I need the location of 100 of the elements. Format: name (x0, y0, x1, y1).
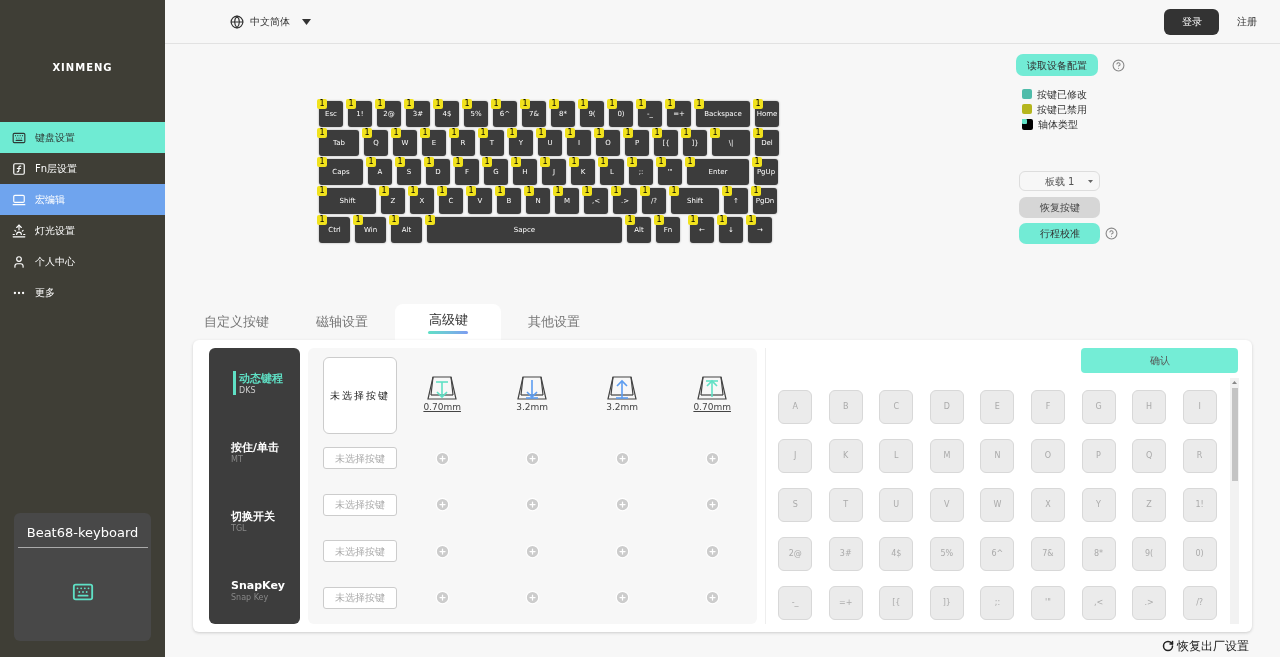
restore-keys-button[interactable]: 恢复按键 (1019, 197, 1100, 218)
language-selector[interactable]: 中文简体 (230, 14, 311, 29)
help-icon[interactable] (1112, 58, 1125, 72)
scroll-up-icon[interactable] (1232, 381, 1238, 384)
confirm-button[interactable]: 确认 (1081, 348, 1238, 373)
key-badge: 1 (404, 99, 414, 109)
key-badge: 1 (420, 128, 430, 138)
sidebar-item[interactable]: 个人中心 (0, 246, 165, 277)
add-icon[interactable] (524, 590, 540, 606)
key-badge: 1 (462, 99, 472, 109)
key-badge: 1 (362, 128, 372, 138)
key-badge: 1 (753, 128, 763, 138)
keycap-up-arrow-icon (696, 375, 729, 402)
add-icon[interactable] (434, 497, 450, 513)
add-icon[interactable] (614, 497, 630, 513)
add-icon[interactable] (434, 450, 450, 466)
tab[interactable]: 自定义按键 (183, 304, 289, 340)
travel-value[interactable]: 0.70mm (423, 401, 461, 415)
add-icon[interactable] (704, 590, 720, 606)
tab[interactable]: 磁轴设置 (289, 304, 395, 340)
add-icon[interactable] (704, 497, 720, 513)
mode-item[interactable]: 切换开关 TGL (209, 486, 301, 555)
legend-label: 轴体类型 (1038, 117, 1078, 132)
read-config-button[interactable]: 读取设备配置 (1016, 54, 1098, 76)
key-badge: 1 (437, 186, 447, 196)
add-icon[interactable] (704, 543, 720, 559)
sidebar-item[interactable]: 灯光设置 (0, 215, 165, 246)
sidebar-item[interactable]: 更多 (0, 277, 165, 308)
switch-type-icon (1022, 118, 1033, 130)
key-badge: 1 (449, 128, 459, 138)
key-badge: 1 (317, 215, 327, 225)
key-badge: 1 (717, 215, 727, 225)
key-badge: 1 (317, 128, 327, 138)
calibrate-button[interactable]: 行程校准 (1019, 223, 1100, 244)
key-badge: 1 (520, 99, 530, 109)
mode-item[interactable]: SnapKey Snap Key (209, 555, 301, 624)
travel-value[interactable]: 0.70mm (693, 401, 731, 415)
key-slot[interactable]: 未选择按键 (323, 356, 398, 434)
key-badge: 1 (408, 186, 418, 196)
key-badge: 1 (433, 99, 443, 109)
key-badge: 1 (453, 157, 463, 167)
add-icon[interactable] (524, 450, 540, 466)
sidebar-item[interactable]: 键盘设置 (0, 122, 165, 153)
key-badge: 1 (611, 186, 621, 196)
key-badge: 1 (753, 99, 763, 109)
keyboard-icon (12, 130, 26, 145)
logo: XINMENG (51, 61, 114, 75)
sunrise-icon (12, 223, 26, 238)
key-badge: 1 (553, 186, 563, 196)
travel-value: 3.2mm (606, 401, 639, 415)
tab[interactable]: 高级键 (395, 304, 501, 340)
key-badge: 1 (389, 215, 399, 225)
factory-reset-link[interactable]: 恢复出厂设置 (1162, 637, 1249, 655)
add-icon[interactable] (614, 450, 630, 466)
key-badge: 1 (536, 128, 546, 138)
key-badge: 1 (623, 128, 633, 138)
tab[interactable]: 其他设置 (501, 304, 607, 340)
key-badge: 1 (636, 99, 646, 109)
key-badge: 1 (681, 128, 691, 138)
register-link[interactable]: 注册 (1237, 14, 1257, 29)
key-badge: 1 (752, 157, 762, 167)
keycap-down-arrow-icon (516, 375, 549, 402)
sidebar-item[interactable]: Fn层设置 (0, 153, 165, 184)
scrollbar[interactable] (1230, 378, 1240, 624)
login-button[interactable]: 登录 (1164, 8, 1219, 35)
key-badge: 1 (627, 157, 637, 167)
device-name: Beat68-keyboard (17, 523, 148, 548)
add-icon[interactable] (434, 590, 450, 606)
travel-value: 3.2mm (516, 401, 549, 415)
keycap-up-arrow-icon (606, 375, 639, 402)
caret-icon (1088, 179, 1093, 183)
add-icon[interactable] (524, 497, 540, 513)
key-badge: 1 (466, 186, 476, 196)
key-badge: 1 (495, 186, 505, 196)
key-badge: 1 (656, 157, 666, 167)
key-badge: 1 (582, 186, 592, 196)
keyboard-icon (71, 581, 94, 603)
globe-icon (230, 14, 244, 29)
key-badge: 1 (379, 186, 389, 196)
key-badge: 1 (669, 186, 679, 196)
help-icon[interactable] (1105, 227, 1118, 240)
key-badge: 1 (317, 99, 327, 109)
profile-select[interactable]: 板载 1 (1019, 171, 1100, 191)
mode-item[interactable]: 按住/单击 MT (209, 417, 301, 486)
add-icon[interactable] (614, 543, 630, 559)
scrollbar-thumb[interactable] (1231, 388, 1238, 481)
key-badge: 1 (665, 99, 675, 109)
mode-item[interactable]: 动态键程 DKS (209, 348, 301, 417)
add-icon[interactable] (704, 450, 720, 466)
key-badge: 1 (395, 157, 405, 167)
add-icon[interactable] (614, 590, 630, 606)
key-badge: 1 (366, 157, 376, 167)
add-icon[interactable] (434, 543, 450, 559)
add-icon[interactable] (524, 543, 540, 559)
key-badge: 1 (524, 186, 534, 196)
key-badge: 1 (685, 157, 695, 167)
key-badge: 1 (491, 99, 501, 109)
key-badge: 1 (391, 128, 401, 138)
key-badge: 1 (507, 128, 517, 138)
key-badge: 1 (640, 186, 650, 196)
